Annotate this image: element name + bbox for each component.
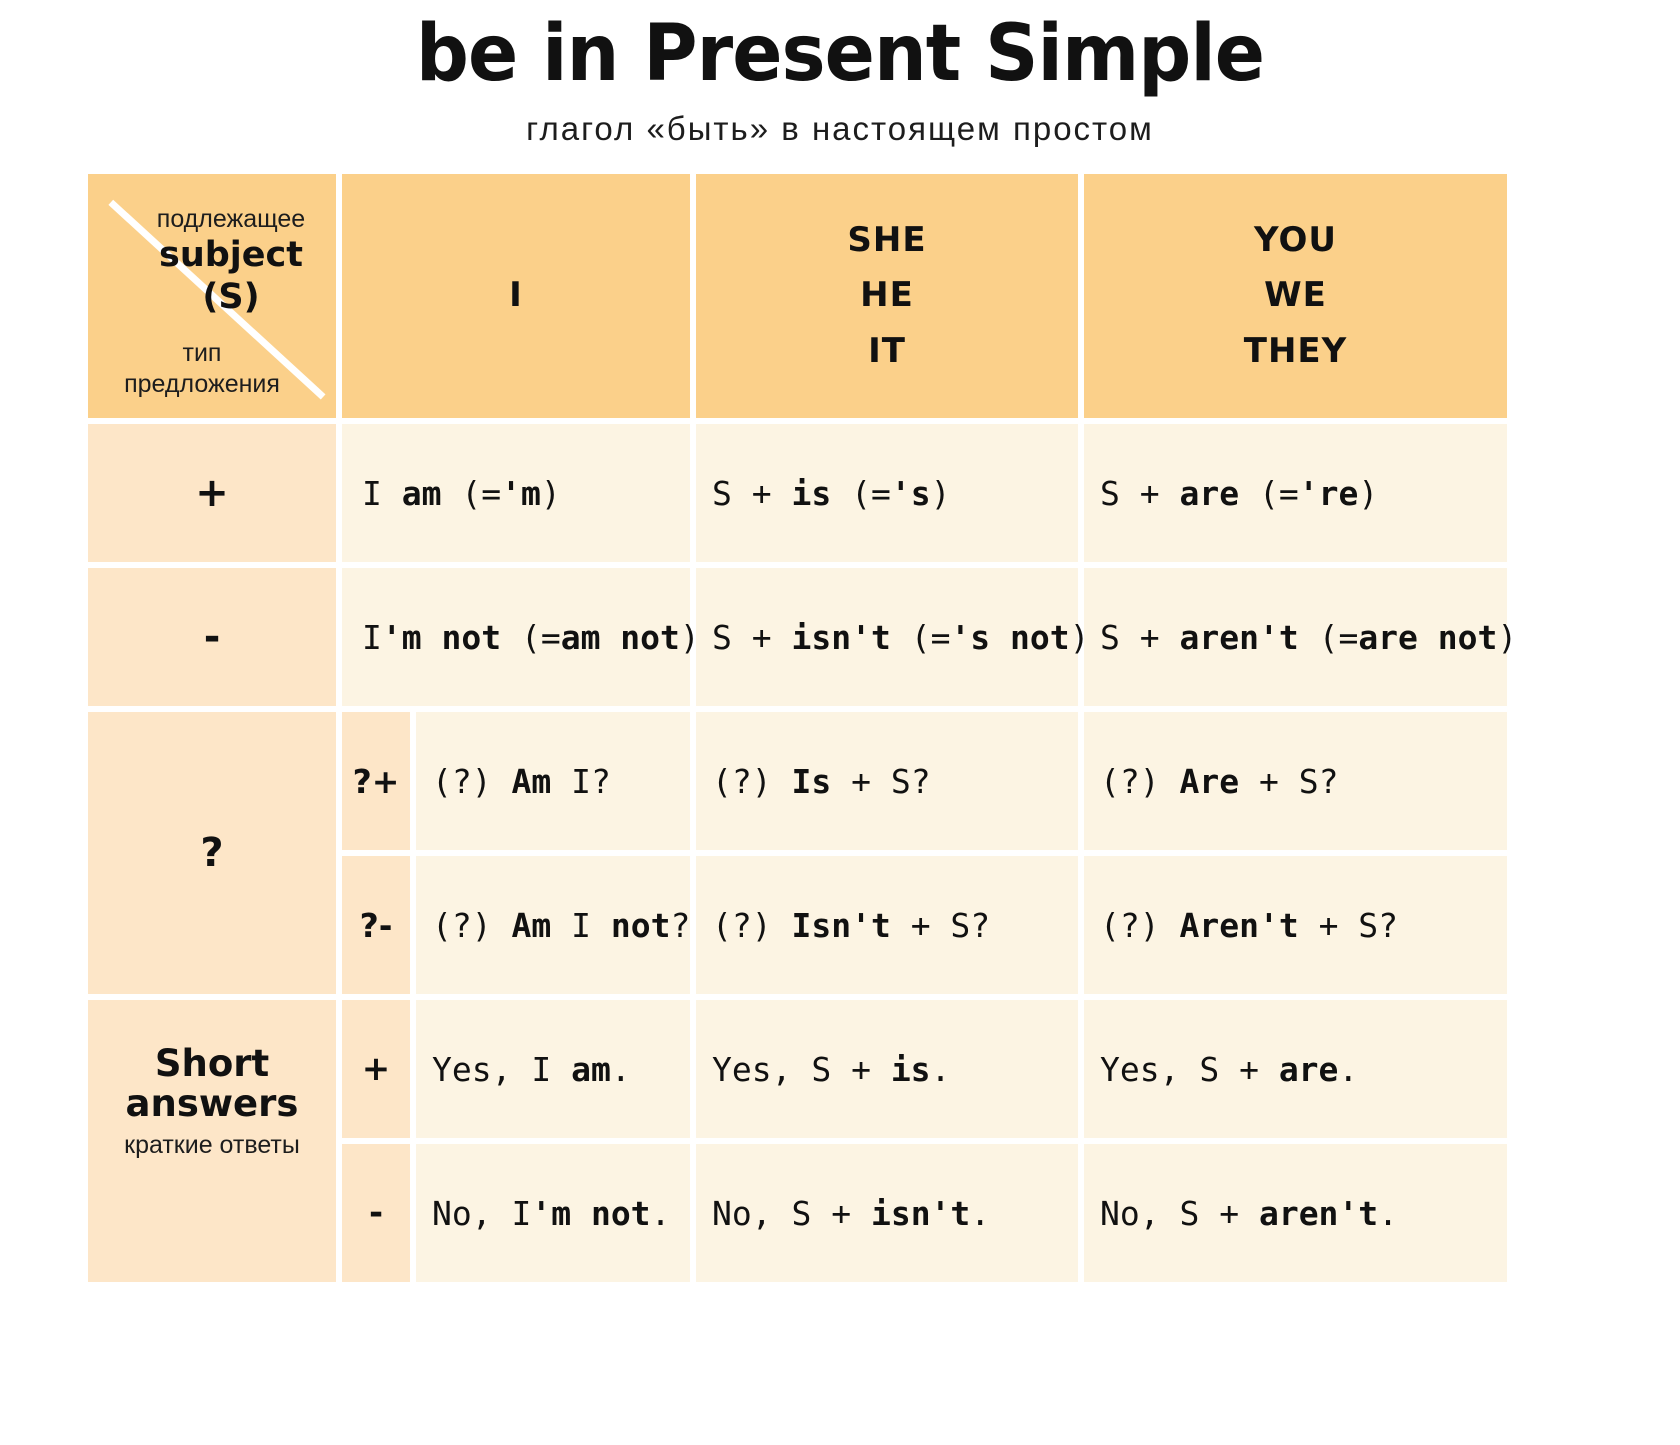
pronoun-she: SHE	[847, 220, 927, 261]
cell-short-positive-you-we-they-text: Yes, S + are.	[1100, 1049, 1359, 1089]
corner-subject-label: подлежащее subject (S)	[136, 204, 326, 318]
cell-question-positive-i-text: (?) Am I?	[432, 761, 611, 801]
cell-short-positive-she-he-it: Yes, S + is.	[696, 1000, 1078, 1138]
corner-sentence-type-label: тип предложения	[96, 338, 308, 401]
cell-positive-you-we-they-text: S + are (='re)	[1100, 473, 1379, 513]
row-label-short-answers: Short answers краткие ответы	[88, 1000, 336, 1282]
column-header-you-we-they: YOU WE THEY	[1084, 174, 1507, 418]
cell-positive-i-text: I am (='m)	[362, 473, 561, 513]
subrow-label-question-positive: ?+	[342, 712, 410, 850]
cell-positive-she-he-it-text: S + is (='s)	[712, 473, 951, 513]
question-minus-sign-icon: ?-	[359, 905, 393, 945]
cell-short-positive-she-he-it-text: Yes, S + is.	[712, 1049, 951, 1089]
question-mark-icon: ?	[200, 830, 224, 876]
subject-label-abbr: (S)	[202, 276, 260, 317]
pronoun-they: THEY	[1243, 330, 1348, 371]
subrow-label-question-negative: ?-	[342, 856, 410, 994]
cell-short-negative-you-we-they-text: No, S + aren't.	[1100, 1193, 1399, 1233]
cell-question-positive-you-we-they-text: (?) Are + S?	[1100, 761, 1339, 801]
cell-positive-i: I am (='m)	[342, 424, 690, 562]
minus-sign-icon: -	[203, 614, 221, 660]
cell-question-negative-you-we-they-text: (?) Aren't + S?	[1100, 905, 1399, 945]
cell-short-negative-she-he-it: No, S + isn't.	[696, 1144, 1078, 1282]
cell-positive-she-he-it: S + is (='s)	[696, 424, 1078, 562]
grammar-table: подлежащее subject (S) тип предложения I…	[88, 174, 1517, 1282]
subject-label-ru: подлежащее	[156, 205, 306, 233]
cell-short-positive-i: Yes, I am.	[416, 1000, 690, 1138]
pronoun-we: WE	[1264, 275, 1327, 316]
cell-positive-you-we-they: S + are (='re)	[1084, 424, 1507, 562]
subrow-label-short-positive: +	[342, 1000, 410, 1138]
row-label-negative: -	[88, 568, 336, 706]
table-corner-header: подлежащее subject (S) тип предложения	[88, 174, 336, 418]
subject-label-en: subject	[158, 235, 304, 276]
column-header-she-he-it: SHE HE IT	[696, 174, 1078, 418]
title-block: be in Present Simple глагол «быть» в нас…	[0, 0, 1680, 148]
sentence-type-label-line2: предложения	[124, 369, 280, 398]
cell-short-positive-i-text: Yes, I am.	[432, 1049, 631, 1089]
cell-question-positive-she-he-it: (?) Is + S?	[696, 712, 1078, 850]
worksheet-page: be in Present Simple глагол «быть» в нас…	[0, 0, 1680, 1445]
plus-sign-icon: +	[195, 470, 229, 516]
page-subtitle: глагол «быть» в настоящем простом	[526, 109, 1154, 147]
short-plus-sign-icon: +	[361, 1049, 391, 1089]
short-minus-sign-icon: -	[368, 1193, 384, 1233]
page-title: be in Present Simple	[415, 9, 1265, 99]
pronoun-he: HE	[860, 275, 914, 316]
cell-short-negative-i: No, I'm not.	[416, 1144, 690, 1282]
column-header-you-we-they-text: YOU WE THEY	[1244, 213, 1348, 378]
row-label-question: ?	[88, 712, 336, 994]
cell-question-negative-she-he-it-text: (?) Isn't + S?	[712, 905, 991, 945]
question-plus-sign-icon: ?+	[352, 761, 400, 801]
cell-short-negative-she-he-it-text: No, S + isn't.	[712, 1193, 991, 1233]
column-header-i-text: I	[509, 275, 523, 316]
cell-negative-i-text: I'm not (=am not)	[362, 617, 700, 657]
short-answers-label-en: Short answers	[125, 1041, 299, 1126]
cell-negative-she-he-it: S + isn't (='s not)	[696, 568, 1090, 706]
cell-negative-she-he-it-text: S + isn't (='s not)	[712, 617, 1090, 657]
cell-negative-i: I'm not (=am not)	[342, 568, 700, 706]
subrow-label-short-negative: -	[342, 1144, 410, 1282]
pronoun-you: YOU	[1254, 220, 1337, 261]
cell-question-positive-she-he-it-text: (?) Is + S?	[712, 761, 931, 801]
cell-short-negative-you-we-they: No, S + aren't.	[1084, 1144, 1507, 1282]
cell-question-positive-i: (?) Am I?	[416, 712, 690, 850]
cell-negative-you-we-they: S + aren't (=are not)	[1084, 568, 1517, 706]
cell-question-negative-you-we-they: (?) Aren't + S?	[1084, 856, 1507, 994]
sentence-type-label-line1: тип	[182, 338, 222, 367]
cell-question-negative-she-he-it: (?) Isn't + S?	[696, 856, 1078, 994]
cell-short-negative-i-text: No, I'm not.	[432, 1193, 671, 1233]
short-answers-label-wrap: Short answers краткие ответы	[88, 1000, 336, 1282]
row-label-positive: +	[88, 424, 336, 562]
cell-short-positive-you-we-they: Yes, S + are.	[1084, 1000, 1507, 1138]
cell-question-positive-you-we-they: (?) Are + S?	[1084, 712, 1507, 850]
cell-question-negative-i: (?) Am I not?	[416, 856, 690, 994]
cell-question-negative-i-text: (?) Am I not?	[432, 905, 691, 945]
column-header-she-he-it-text: SHE HE IT	[847, 213, 926, 378]
pronoun-it: IT	[868, 330, 906, 371]
short-answers-label-ru: краткие ответы	[124, 1131, 300, 1159]
column-header-i: I	[342, 174, 690, 418]
cell-negative-you-we-they-text: S + aren't (=are not)	[1100, 617, 1518, 657]
